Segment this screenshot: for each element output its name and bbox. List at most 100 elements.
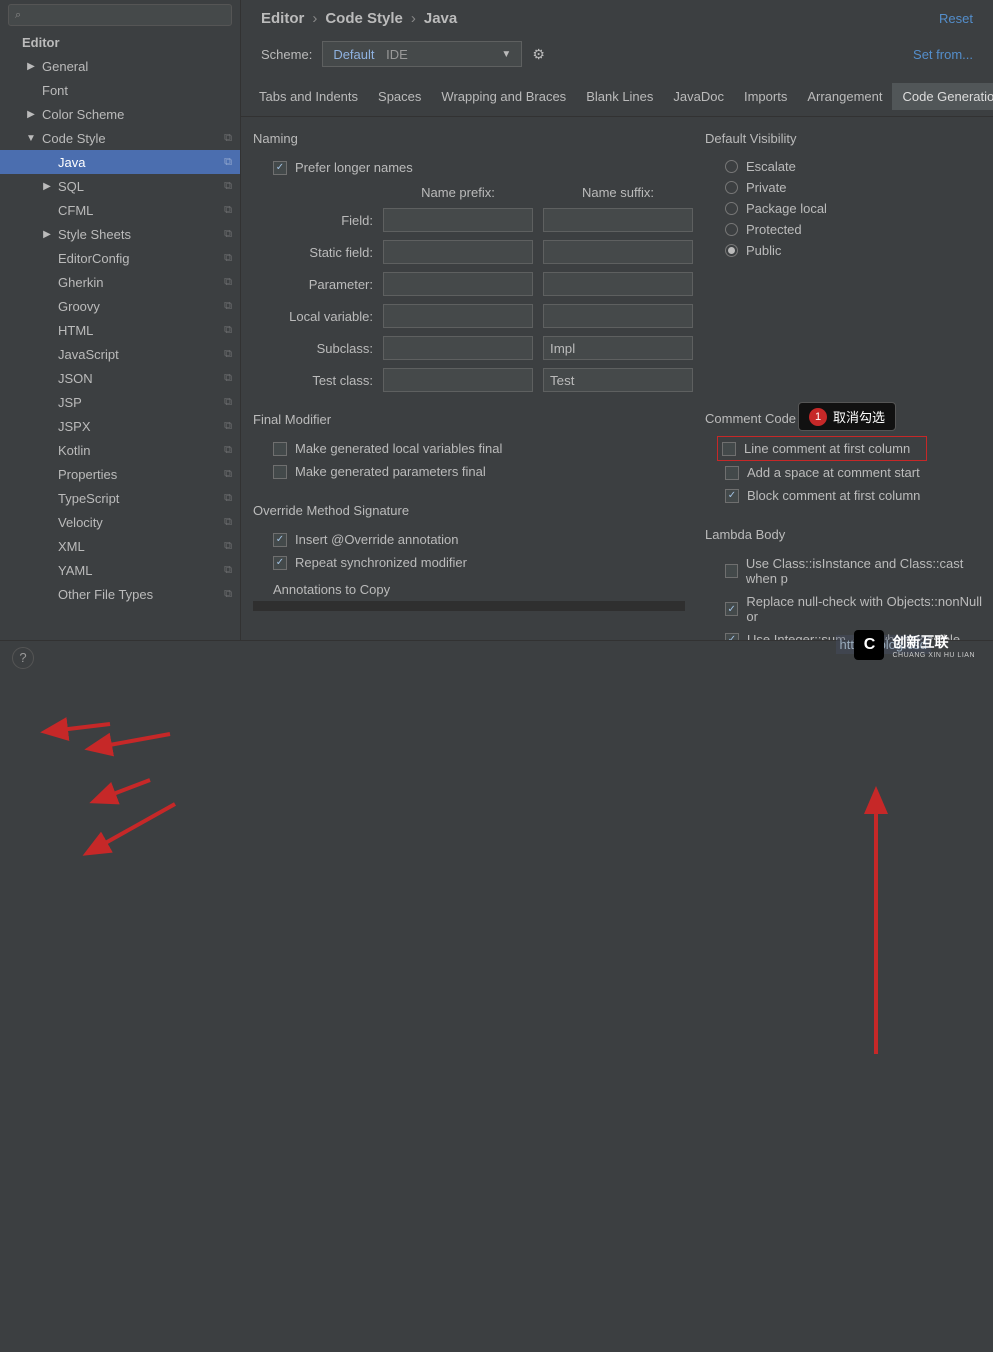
- tree-item-general[interactable]: ▶General: [0, 54, 240, 78]
- tree-item-sql[interactable]: ▶SQL⧉: [0, 174, 240, 198]
- prefix-input[interactable]: [383, 208, 533, 232]
- checkbox-icon[interactable]: [725, 564, 738, 578]
- tab-tabs-and-indents[interactable]: Tabs and Indents: [249, 83, 368, 110]
- prefix-input[interactable]: [383, 240, 533, 264]
- tree-label: CFML: [58, 203, 93, 218]
- tree-item-velocity[interactable]: Velocity⧉: [0, 510, 240, 534]
- tab-blank-lines[interactable]: Blank Lines: [576, 83, 663, 110]
- search-input-wrap[interactable]: ⌕: [8, 4, 232, 26]
- tree-item-jsp[interactable]: JSP⧉: [0, 390, 240, 414]
- naming-row-label: Test class:: [263, 373, 373, 388]
- tab-imports[interactable]: Imports: [734, 83, 797, 110]
- checkbox-icon[interactable]: [725, 633, 739, 641]
- naming-row-label: Static field:: [263, 245, 373, 260]
- tree-label: JavaScript: [58, 347, 119, 362]
- checkbox-icon[interactable]: [725, 602, 738, 616]
- tab-wrapping-and-braces[interactable]: Wrapping and Braces: [431, 83, 576, 110]
- prefix-input[interactable]: [383, 336, 533, 360]
- prefix-input[interactable]: [383, 272, 533, 296]
- suffix-input[interactable]: [543, 304, 693, 328]
- tree-item-other-file-types[interactable]: Other File Types⧉: [0, 582, 240, 606]
- tree-item-groovy[interactable]: Groovy⧉: [0, 294, 240, 318]
- override-title: Override Method Signature: [253, 501, 685, 518]
- radio-label: Package local: [746, 201, 827, 216]
- tree-item-html[interactable]: HTML⧉: [0, 318, 240, 342]
- tab-bar: Tabs and IndentsSpacesWrapping and Brace…: [241, 77, 993, 117]
- tree-item-jspx[interactable]: JSPX⧉: [0, 414, 240, 438]
- scheme-label: Scheme:: [261, 47, 312, 62]
- visibility-option[interactable]: Escalate: [705, 156, 985, 177]
- tree-item-font[interactable]: Font: [0, 78, 240, 102]
- copy-icon: ⧉: [216, 204, 232, 217]
- suffix-input[interactable]: [543, 240, 693, 264]
- tree-item-color-scheme[interactable]: ▶Color Scheme: [0, 102, 240, 126]
- suffix-input[interactable]: [543, 272, 693, 296]
- comment-option[interactable]: Add a space at comment start: [705, 461, 985, 484]
- visibility-option[interactable]: Package local: [705, 198, 985, 219]
- radio-icon[interactable]: [725, 223, 738, 236]
- settings-tree[interactable]: Editor ▶GeneralFont▶Color Scheme▼Code St…: [0, 30, 240, 640]
- tab-javadoc[interactable]: JavaDoc: [663, 83, 734, 110]
- final-option[interactable]: Make generated local variables final: [253, 437, 685, 460]
- radio-icon[interactable]: [725, 244, 738, 257]
- checkbox-icon[interactable]: [273, 533, 287, 547]
- tree-item-javascript[interactable]: JavaScript⧉: [0, 342, 240, 366]
- scheme-combo[interactable]: Default IDE ▼: [322, 41, 522, 67]
- copy-icon: ⧉: [216, 276, 232, 289]
- tab-spaces[interactable]: Spaces: [368, 83, 431, 110]
- visibility-option[interactable]: Private: [705, 177, 985, 198]
- tree-item-gherkin[interactable]: Gherkin⧉: [0, 270, 240, 294]
- tab-code-generation[interactable]: Code Generation: [892, 83, 993, 110]
- lambda-option[interactable]: Use Class::isInstance and Class::cast wh…: [705, 552, 985, 590]
- lambda-option[interactable]: Replace null-check with Objects::nonNull…: [705, 590, 985, 628]
- prefer-longer-names[interactable]: Prefer longer names: [253, 156, 685, 179]
- checkbox-icon[interactable]: [273, 161, 287, 175]
- tree-item-cfml[interactable]: CFML ⧉: [0, 198, 240, 222]
- tab-arrangement[interactable]: Arrangement: [797, 83, 892, 110]
- tree-item-java[interactable]: Java⧉: [0, 150, 240, 174]
- checkbox-icon[interactable]: [273, 556, 287, 570]
- suffix-input[interactable]: [543, 208, 693, 232]
- radio-icon[interactable]: [725, 160, 738, 173]
- reset-link[interactable]: Reset: [939, 11, 973, 26]
- checkbox-icon[interactable]: [725, 466, 739, 480]
- check-label: Prefer longer names: [295, 160, 413, 175]
- prefix-input[interactable]: [383, 368, 533, 392]
- suffix-input[interactable]: [543, 336, 693, 360]
- tree-item-code-style[interactable]: ▼Code Style⧉: [0, 126, 240, 150]
- visibility-option[interactable]: Public: [705, 240, 985, 261]
- prefix-input[interactable]: [383, 304, 533, 328]
- tree-item-json[interactable]: JSON⧉: [0, 366, 240, 390]
- suffix-input[interactable]: [543, 368, 693, 392]
- checkbox-icon[interactable]: [725, 489, 739, 503]
- tree-item-typescript[interactable]: TypeScript⧉: [0, 486, 240, 510]
- visibility-option[interactable]: Protected: [705, 219, 985, 240]
- radio-icon[interactable]: [725, 202, 738, 215]
- annotations-to-copy: Annotations to Copy: [253, 574, 685, 597]
- checkbox-icon[interactable]: [722, 442, 736, 456]
- help-button[interactable]: ?: [12, 647, 34, 669]
- comment-option[interactable]: Block comment at first column: [705, 484, 985, 507]
- tree-item-editorconfig[interactable]: EditorConfig⧉: [0, 246, 240, 270]
- set-from-link[interactable]: Set from...: [913, 47, 973, 62]
- override-option[interactable]: Repeat synchronized modifier: [253, 551, 685, 574]
- scroll-bar[interactable]: [253, 601, 685, 611]
- copy-icon: ⧉: [216, 492, 232, 505]
- checkbox-icon[interactable]: [273, 465, 287, 479]
- checkbox-icon[interactable]: [273, 442, 287, 456]
- comment-option[interactable]: Line comment at first column: [705, 436, 985, 461]
- radio-icon[interactable]: [725, 181, 738, 194]
- tree-item-xml[interactable]: XML⧉: [0, 534, 240, 558]
- tree-item-properties[interactable]: Properties⧉: [0, 462, 240, 486]
- gear-icon[interactable]: ⚙: [532, 46, 545, 63]
- tree-item-yaml[interactable]: YAML⧉: [0, 558, 240, 582]
- tree-item-style-sheets[interactable]: ▶Style Sheets⧉: [0, 222, 240, 246]
- search-input[interactable]: [25, 8, 225, 22]
- tree-editor[interactable]: Editor: [0, 30, 240, 54]
- final-option[interactable]: Make generated parameters final: [253, 460, 685, 483]
- tree-label: Velocity: [58, 515, 103, 530]
- override-option[interactable]: Insert @Override annotation: [253, 528, 685, 551]
- tree-item-kotlin[interactable]: Kotlin⧉: [0, 438, 240, 462]
- annotation-text: 取消勾选: [833, 407, 885, 426]
- copy-icon: ⧉: [216, 420, 232, 433]
